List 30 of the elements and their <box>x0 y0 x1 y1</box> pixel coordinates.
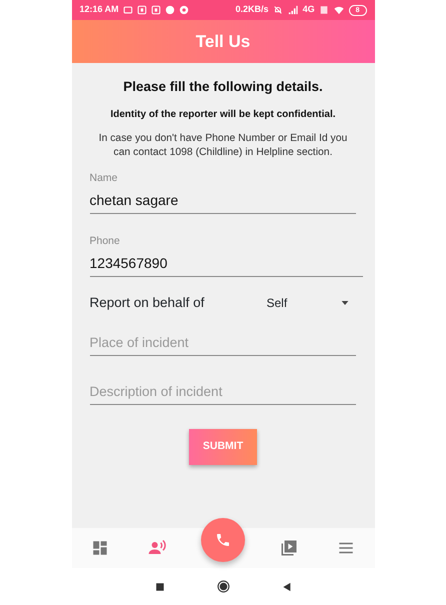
confidentiality-note: Identity of the reporter will be kept confidential. <box>109 108 337 122</box>
network-type-text: 4G <box>302 3 315 16</box>
notification-icon <box>150 5 161 15</box>
notification-icon <box>122 5 133 15</box>
dashboard-icon <box>91 539 109 557</box>
back-icon[interactable] <box>282 582 292 592</box>
field-label: Phone <box>90 235 120 248</box>
field-label: Report on behalf of <box>90 294 204 312</box>
home-icon[interactable] <box>216 580 230 593</box>
video-library-icon <box>280 539 298 557</box>
clock-text: 12:16 AM <box>80 3 119 16</box>
field-value: chetan sagare <box>90 191 178 210</box>
notification-icon <box>136 5 147 15</box>
text-field[interactable]: Phone 1234567890 <box>90 228 362 278</box>
phone-icon <box>215 532 231 548</box>
call-button[interactable] <box>201 518 245 562</box>
field-value: 1234567890 <box>90 254 168 274</box>
dropdown[interactable]: Self <box>266 294 356 312</box>
network-speed-text: 0.2KB/s <box>236 3 269 16</box>
form-heading: Please fill the following details. <box>122 78 324 96</box>
helpline-note: In case you don't have Phone Number or Email Id you can contact 1098 (Childline) in Helpline section. <box>98 132 348 160</box>
signal-icon <box>286 5 299 15</box>
caret-icon <box>340 299 348 308</box>
field-label: Name <box>90 172 118 185</box>
person-speaking-icon <box>148 539 166 557</box>
wifi-icon <box>332 5 345 15</box>
screen-title: Tell Us <box>196 30 250 53</box>
alarm-off-icon <box>272 5 283 15</box>
text-field[interactable]: Name chetan sagare <box>90 165 356 214</box>
recents-icon[interactable] <box>154 582 164 592</box>
